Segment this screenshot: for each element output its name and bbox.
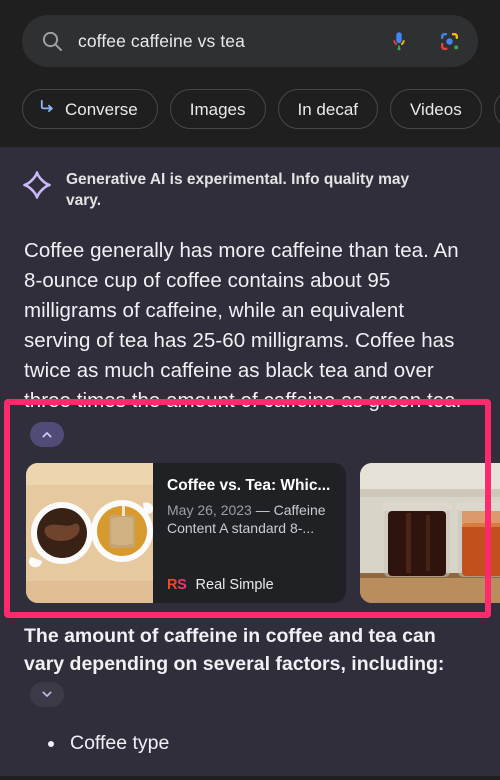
google-lens-icon[interactable] (436, 28, 462, 54)
search-bar[interactable]: coffee caffeine vs tea (22, 15, 478, 67)
source-card-meta: Coffee vs. Tea: Whic... May 26, 2023 — C… (153, 463, 346, 603)
list-item: Brewing method (46, 774, 476, 780)
source-card-carousel[interactable]: Coffee vs. Tea: Whic... May 26, 2023 — C… (0, 447, 500, 603)
ai-disclaimer: Generative AI is experimental. Info qual… (0, 169, 500, 212)
chip-chart[interactable]: Chart (493, 89, 500, 129)
chip-label: Videos (410, 99, 462, 119)
ai-overview-bullet-list: Coffee type Brewing method (0, 707, 500, 780)
list-item: Coffee type (46, 729, 476, 758)
chevron-down-icon[interactable] (30, 681, 64, 707)
search-header: coffee caffeine vs tea Converse Images I… (0, 0, 500, 147)
search-results-screen: coffee caffeine vs tea Converse Images I… (0, 0, 500, 780)
source-card-publisher: RS Real Simple (167, 577, 334, 593)
chip-videos[interactable]: Videos (390, 89, 482, 129)
ai-overview-panel: Generative AI is experimental. Info qual… (0, 147, 500, 780)
search-icon (40, 29, 64, 53)
source-card-date: May 26, 2023 (167, 502, 252, 518)
chip-converse[interactable]: Converse (22, 89, 158, 129)
real-simple-logo-icon: RS (167, 577, 187, 593)
ai-overview-body-text: Coffee generally has more caffeine than … (24, 238, 462, 413)
source-card-snippet: May 26, 2023 — Caffeine Content A standa… (167, 501, 334, 538)
chip-images[interactable]: Images (169, 89, 266, 129)
chip-in-decaf[interactable]: In decaf (277, 89, 379, 129)
microphone-icon[interactable] (386, 28, 412, 54)
search-input[interactable]: coffee caffeine vs tea (78, 31, 372, 52)
logo-letter-r: R (167, 577, 178, 593)
logo-letter-s: S (177, 577, 187, 593)
ai-overview-subheading-text: The amount of caffeine in coffee and tea… (24, 625, 445, 675)
ai-disclaimer-text: Generative AI is experimental. Info qual… (66, 171, 410, 210)
source-card-source-name: Real Simple (195, 577, 274, 593)
source-card[interactable]: Coffee vs. Tea: Whic... May 26, 2023 — C… (26, 463, 346, 603)
source-card-thumbnail (360, 463, 500, 603)
chip-label: In decaf (297, 99, 359, 119)
source-card[interactable] (360, 463, 500, 603)
ai-overview-subheading: The amount of caffeine in coffee and tea… (0, 603, 500, 707)
source-card-title: Coffee vs. Tea: Whic... (167, 477, 331, 494)
chip-label: Images (189, 99, 246, 119)
arrow-turn-right-icon (38, 97, 57, 121)
filter-chip-row[interactable]: Converse Images In decaf Videos Chart (0, 67, 500, 147)
sparkle-diamond-icon (22, 170, 52, 200)
source-card-thumbnail (26, 463, 153, 603)
ai-overview-body: Coffee generally has more caffeine than … (0, 212, 500, 447)
chip-label: Converse (65, 99, 138, 119)
chevron-up-icon[interactable] (30, 422, 64, 447)
